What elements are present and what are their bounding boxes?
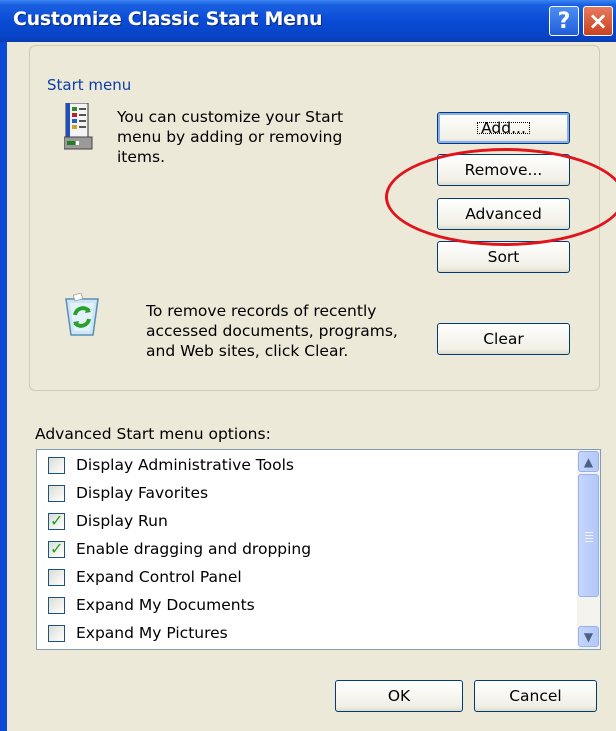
title-bar[interactable]: Customize Classic Start Menu ? ×: [0, 0, 616, 42]
option-label: Enable dragging and dropping: [76, 540, 312, 558]
clear-description-line: To remove records of recently: [146, 302, 377, 320]
annotation-ellipse: [385, 148, 616, 246]
option-label: Display Favorites: [76, 484, 209, 502]
add-button[interactable]: Add...: [437, 112, 570, 144]
scroll-down-icon[interactable]: ▼: [578, 626, 599, 647]
description-line: You can customize your Start: [117, 108, 344, 126]
window-frame: [0, 42, 7, 731]
clear-description-line: accessed documents, programs,: [146, 322, 398, 340]
option-label: Display Administrative Tools: [76, 456, 294, 474]
advanced-options-list[interactable]: Display Administrative Tools Display Fav…: [36, 449, 601, 650]
ok-button[interactable]: OK: [335, 680, 463, 712]
checkbox-display-admin-tools[interactable]: [48, 457, 65, 474]
start-menu-description: You can customize your Start menu by add…: [117, 107, 343, 167]
clear-description: To remove records of recently accessed d…: [146, 301, 398, 361]
description-line: menu by adding or removing: [117, 128, 343, 146]
cancel-button[interactable]: Cancel: [474, 680, 597, 712]
scroll-up-icon[interactable]: ▲: [578, 451, 599, 472]
option-label: Expand My Documents: [76, 596, 255, 614]
vertical-scrollbar[interactable]: ▲ ▼: [577, 450, 600, 649]
checkbox-display-run[interactable]: ✓: [48, 511, 65, 530]
close-button[interactable]: ×: [583, 6, 613, 36]
clear-button[interactable]: Clear: [437, 323, 570, 355]
description-line: items.: [117, 148, 166, 166]
checkmark-icon: ✓: [50, 511, 64, 530]
checkbox-expand-my-pictures[interactable]: [48, 625, 65, 642]
scroll-thumb[interactable]: [578, 474, 599, 597]
checkbox-enable-dragging[interactable]: ✓: [48, 539, 65, 558]
checkbox-expand-my-documents[interactable]: [48, 597, 65, 614]
recycle-bin-icon: [62, 292, 102, 341]
add-button-label: Add...: [473, 118, 534, 138]
checkmark-icon: ✓: [50, 539, 64, 558]
start-menu-list-icon: [63, 102, 94, 155]
help-button[interactable]: ?: [549, 6, 579, 36]
clear-description-line: and Web sites, click Clear.: [146, 342, 349, 360]
advanced-options-label: Advanced Start menu options:: [35, 425, 271, 443]
dialog-window: Customize Classic Start Menu ? × Start m…: [0, 0, 616, 731]
option-label: Expand Control Panel: [76, 568, 242, 586]
option-label: Expand My Pictures: [76, 624, 228, 642]
option-label: Display Run: [76, 512, 168, 530]
checkbox-display-favorites[interactable]: [48, 485, 65, 502]
checkbox-expand-control-panel[interactable]: [48, 569, 65, 586]
group-label-start-menu: Start menu: [44, 76, 135, 94]
window-title: Customize Classic Start Menu: [13, 8, 323, 30]
